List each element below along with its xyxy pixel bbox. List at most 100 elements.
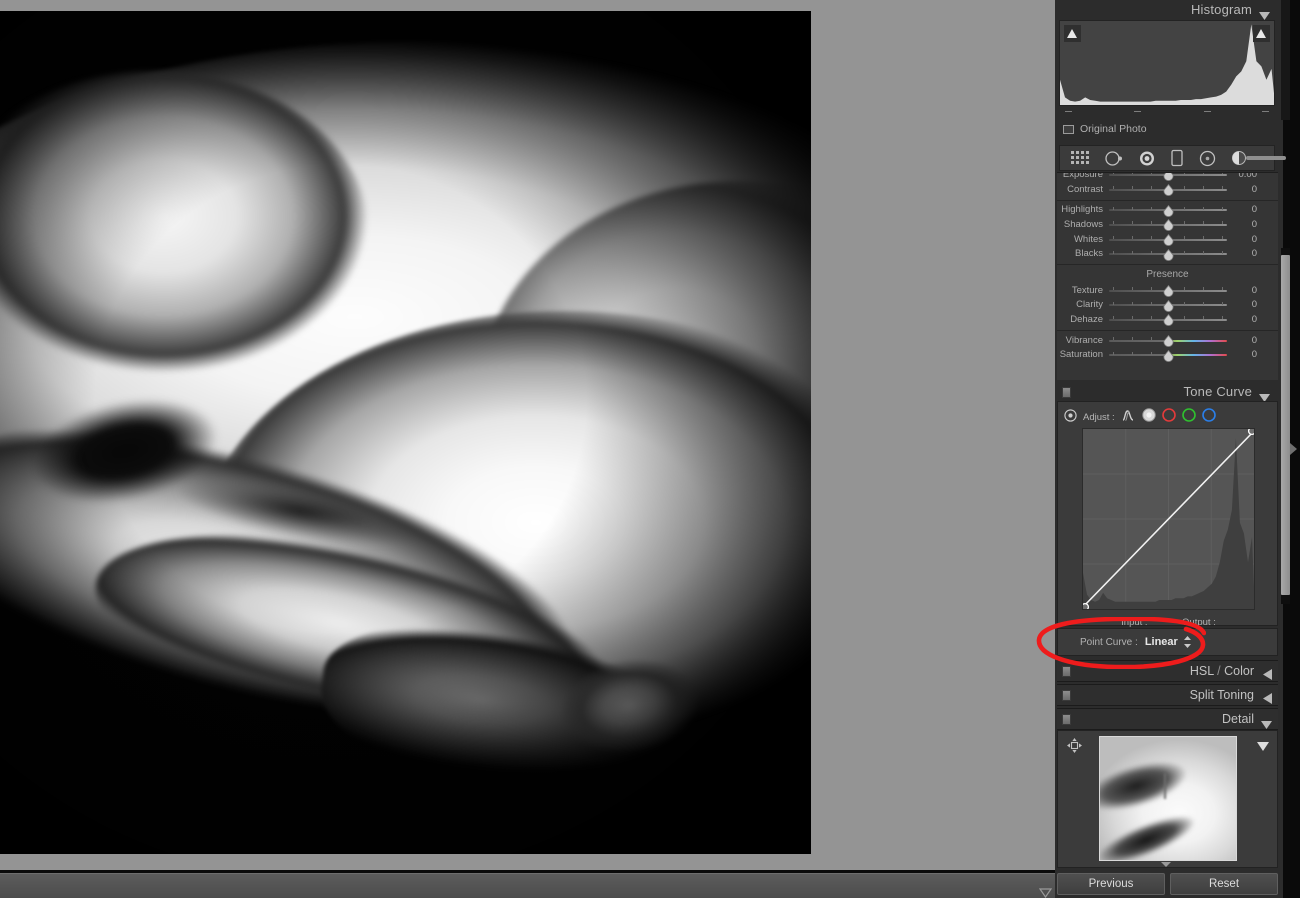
- slider-row-texture[interactable]: Texture 0: [1057, 283, 1278, 298]
- panel-header-detail[interactable]: Detail: [1057, 708, 1278, 730]
- slider-track[interactable]: [1109, 248, 1227, 260]
- graduated-filter-tool[interactable]: [1170, 149, 1184, 167]
- panel-header-hsl-color[interactable]: HSL / Color: [1057, 660, 1278, 682]
- main-photo[interactable]: [0, 11, 811, 854]
- slider-handle[interactable]: [1163, 218, 1174, 230]
- histogram-header[interactable]: Histogram: [1057, 0, 1278, 20]
- slider-handle[interactable]: [1163, 233, 1174, 245]
- triangle-left-icon[interactable]: [1263, 691, 1272, 709]
- slider-handle[interactable]: [1163, 248, 1174, 260]
- slider-row-dehaze[interactable]: Dehaze 0: [1057, 312, 1278, 327]
- slider-row-exposure[interactable]: Exposure 0.00: [1057, 173, 1278, 182]
- slider-value[interactable]: 0: [1227, 285, 1261, 296]
- slider-handle[interactable]: [1163, 299, 1174, 311]
- triangle-left-icon[interactable]: [1263, 667, 1272, 685]
- original-photo-label: Original Photo: [1080, 123, 1147, 135]
- rgb-channel-button[interactable]: [1142, 408, 1156, 427]
- stepper-up-down-icon[interactable]: [1184, 636, 1191, 648]
- detail-resize-handle-icon[interactable]: [1161, 862, 1171, 867]
- parametric-curve-button[interactable]: [1121, 409, 1136, 427]
- spot-removal-tool[interactable]: [1104, 150, 1124, 167]
- input-label: Input :: [1121, 617, 1147, 628]
- slider-value[interactable]: 0: [1227, 204, 1261, 215]
- slider-handle[interactable]: [1163, 204, 1174, 216]
- red-channel-button[interactable]: [1162, 408, 1176, 427]
- bottom-toolbar[interactable]: [0, 873, 1055, 898]
- shadow-clipping-button[interactable]: [1064, 25, 1081, 42]
- crop-overlay-tool[interactable]: [1070, 150, 1090, 167]
- slider-track[interactable]: [1109, 299, 1227, 311]
- slider-handle[interactable]: [1163, 183, 1174, 195]
- slider-value[interactable]: 0: [1227, 219, 1261, 230]
- slider-row-highlights[interactable]: Highlights 0: [1057, 203, 1278, 218]
- slider-value[interactable]: 0: [1227, 234, 1261, 245]
- reset-button[interactable]: Reset: [1170, 873, 1278, 895]
- slider-track[interactable]: [1109, 183, 1227, 195]
- panel-gutter-top: [1281, 0, 1290, 120]
- point-curve-row[interactable]: Point Curve : Linear: [1057, 628, 1278, 656]
- slider-value[interactable]: 0: [1227, 248, 1261, 259]
- adjust-label: Adjust :: [1083, 412, 1115, 423]
- slider-row-clarity[interactable]: Clarity 0: [1057, 298, 1278, 313]
- blue-channel-button[interactable]: [1202, 408, 1216, 427]
- original-photo-toggle[interactable]: Original Photo: [1063, 123, 1147, 135]
- slider-label: Blacks: [1057, 248, 1109, 259]
- tone-curve-graph[interactable]: [1082, 428, 1255, 610]
- slider-track[interactable]: [1109, 233, 1227, 245]
- slider-track[interactable]: [1109, 204, 1227, 216]
- slider-value[interactable]: 0: [1227, 184, 1261, 195]
- show-right-panel-arrow-icon[interactable]: [1290, 443, 1297, 455]
- slider-value[interactable]: 0: [1227, 349, 1261, 360]
- point-curve-value[interactable]: Linear: [1145, 636, 1178, 648]
- panel-header-split-toning[interactable]: Split Toning: [1057, 684, 1278, 706]
- slider-handle[interactable]: [1163, 334, 1174, 346]
- panel-switch-icon[interactable]: [1062, 666, 1071, 677]
- histogram-ticks: [1059, 108, 1275, 116]
- slider-value[interactable]: 0: [1227, 314, 1261, 325]
- detail-preview-crease: [1164, 773, 1166, 799]
- highlight-clipping-button[interactable]: [1253, 25, 1270, 42]
- panel-title: Detail: [1222, 712, 1254, 726]
- panel-switch-icon[interactable]: [1062, 387, 1071, 398]
- slider-label: Highlights: [1057, 204, 1109, 215]
- slider-handle[interactable]: [1163, 173, 1174, 180]
- right-panel-scrollbar-thumb[interactable]: [1281, 255, 1290, 595]
- slider-row-whites[interactable]: Whites 0: [1057, 232, 1278, 247]
- tone-curve-header[interactable]: Tone Curve: [1057, 382, 1278, 401]
- slider-handle[interactable]: [1163, 313, 1174, 325]
- slider-track[interactable]: [1109, 173, 1227, 180]
- slider-track[interactable]: [1109, 349, 1227, 361]
- slider-row-vibrance[interactable]: Vibrance 0: [1057, 333, 1278, 348]
- slider-row-contrast[interactable]: Contrast 0: [1057, 182, 1278, 197]
- green-channel-button[interactable]: [1182, 408, 1196, 427]
- panel-switch-icon[interactable]: [1062, 690, 1071, 701]
- slider-track[interactable]: [1109, 284, 1227, 296]
- panel-switch-icon[interactable]: [1062, 714, 1071, 725]
- tone-curve-adjust-row[interactable]: Adjust :: [1064, 408, 1216, 427]
- tone-curve-plot[interactable]: [1083, 429, 1254, 609]
- slider-value[interactable]: 0: [1227, 299, 1261, 310]
- slider-handle[interactable]: [1163, 284, 1174, 296]
- radial-filter-tool[interactable]: [1198, 150, 1217, 167]
- slider-track[interactable]: [1109, 313, 1227, 325]
- chevron-down-icon[interactable]: [1033, 880, 1045, 888]
- move-target-icon[interactable]: [1067, 738, 1082, 758]
- slider-row-saturation[interactable]: Saturation 0: [1057, 347, 1278, 362]
- red-eye-correction-tool[interactable]: [1138, 150, 1156, 167]
- checkbox-icon[interactable]: [1063, 125, 1074, 134]
- previous-button[interactable]: Previous: [1057, 873, 1165, 895]
- adjustment-brush-tool[interactable]: [1231, 150, 1287, 166]
- slider-row-blacks[interactable]: Blacks 0: [1057, 246, 1278, 261]
- exposure-slider-row-clipped[interactable]: Exposure 0.00: [1057, 173, 1278, 182]
- slider-handle[interactable]: [1163, 349, 1174, 361]
- slider-track[interactable]: [1109, 334, 1227, 346]
- slider-row-shadows[interactable]: Shadows 0: [1057, 217, 1278, 232]
- triangle-down-icon[interactable]: [1257, 738, 1269, 756]
- slider-track[interactable]: [1109, 218, 1227, 230]
- target-adjust-icon[interactable]: [1064, 409, 1077, 427]
- develop-tool-strip[interactable]: [1059, 145, 1275, 171]
- histogram-graph[interactable]: [1059, 20, 1275, 106]
- detail-preview-thumbnail[interactable]: [1099, 736, 1237, 861]
- slider-value[interactable]: 0.00: [1227, 173, 1261, 180]
- slider-value[interactable]: 0: [1227, 335, 1261, 346]
